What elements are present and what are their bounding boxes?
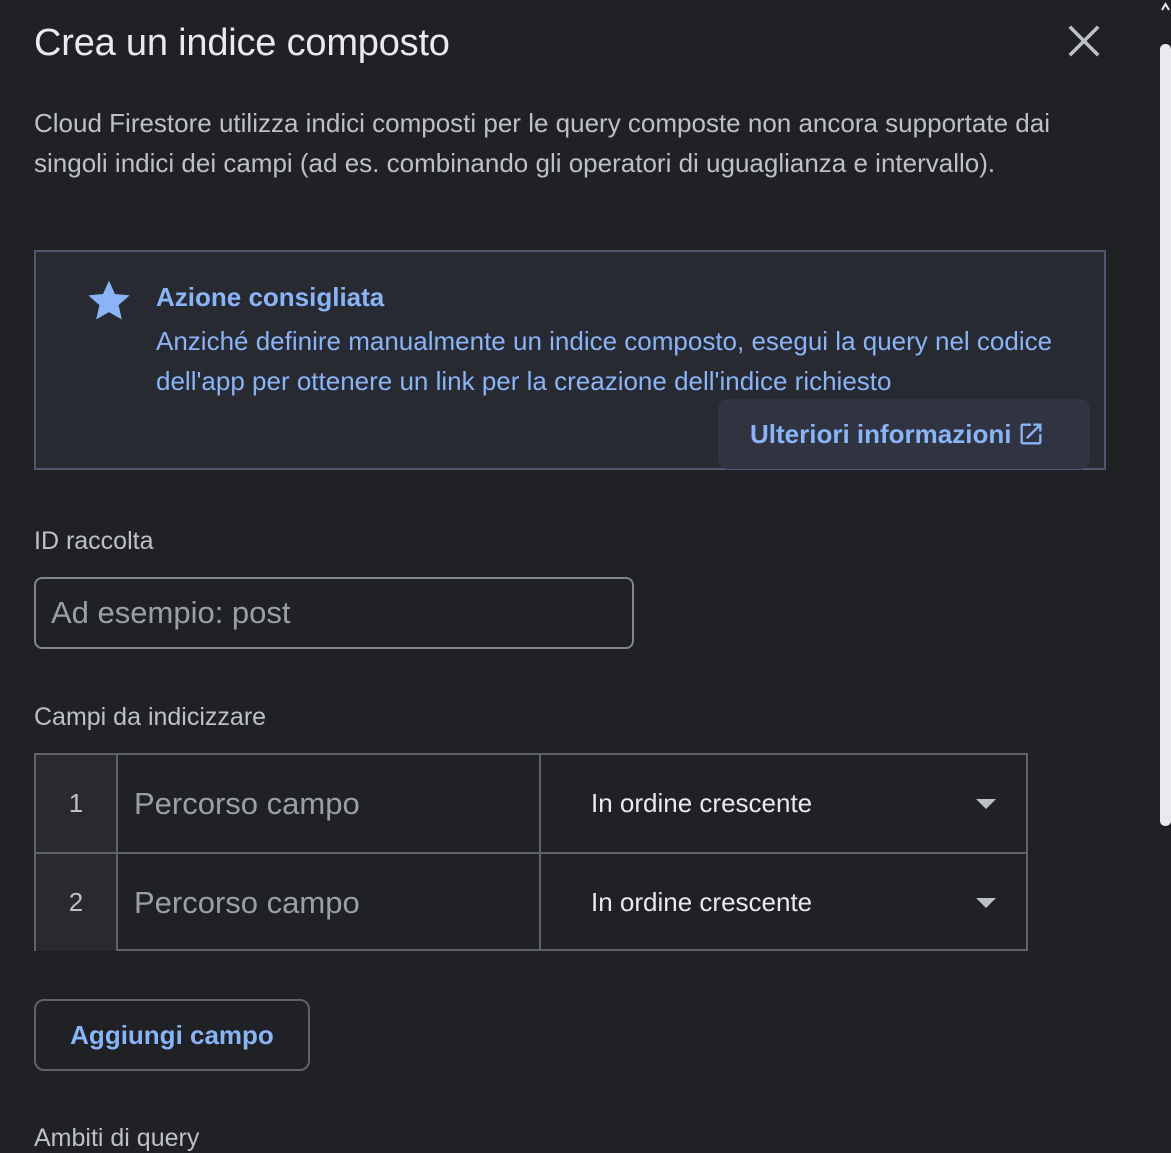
learn-more-label: Ulteriori informazioni xyxy=(750,418,1012,449)
field-row: 2 In ordine crescente xyxy=(36,854,1026,951)
fields-table: 1 In ordine crescente 2 In ordine cresce… xyxy=(34,753,1028,951)
close-icon xyxy=(1068,25,1100,57)
field-row-index: 1 xyxy=(36,755,118,852)
collection-id-label: ID raccolta xyxy=(34,527,154,555)
create-index-dialog: Crea un indice composto Cloud Firestore … xyxy=(0,0,1171,1152)
scroll-up-arrow-icon[interactable] xyxy=(1160,0,1171,14)
field-order-value: In ordine crescente xyxy=(591,788,813,818)
banner-text: Anziché definire manualmente un indice c… xyxy=(156,326,1053,396)
field-order-value: In ordine crescente xyxy=(591,887,813,917)
field-order-select[interactable]: In ordine crescente xyxy=(541,755,1026,852)
recommended-action-banner: Azione consigliata Anziché definire manu… xyxy=(34,250,1106,470)
learn-more-button[interactable]: Ulteriori informazioni xyxy=(718,399,1090,469)
dialog-description: Cloud Firestore utilizza indici composti… xyxy=(34,108,1050,178)
open-in-new-icon xyxy=(1020,423,1042,445)
query-scope-label: Ambiti di query xyxy=(34,1124,200,1152)
close-button[interactable] xyxy=(1060,22,1108,64)
field-path-input[interactable] xyxy=(118,854,541,951)
dropdown-arrow-icon xyxy=(976,799,996,809)
add-field-button[interactable]: Aggiungi campo xyxy=(34,999,310,1071)
field-row: 1 In ordine crescente xyxy=(36,755,1026,852)
field-path-input[interactable] xyxy=(118,755,541,852)
scrollbar-thumb[interactable] xyxy=(1160,44,1171,826)
field-row-index: 2 xyxy=(36,854,118,951)
star-icon xyxy=(88,280,130,320)
field-order-select[interactable]: In ordine crescente xyxy=(541,854,1026,951)
fields-to-index-label: Campi da indicizzare xyxy=(34,703,267,731)
banner-heading: Azione consigliata xyxy=(156,282,385,312)
add-field-label: Aggiungi campo xyxy=(70,1019,274,1050)
dialog-title: Crea un indice composto xyxy=(34,22,450,64)
collection-id-input[interactable] xyxy=(34,577,634,649)
dropdown-arrow-icon xyxy=(976,898,996,908)
